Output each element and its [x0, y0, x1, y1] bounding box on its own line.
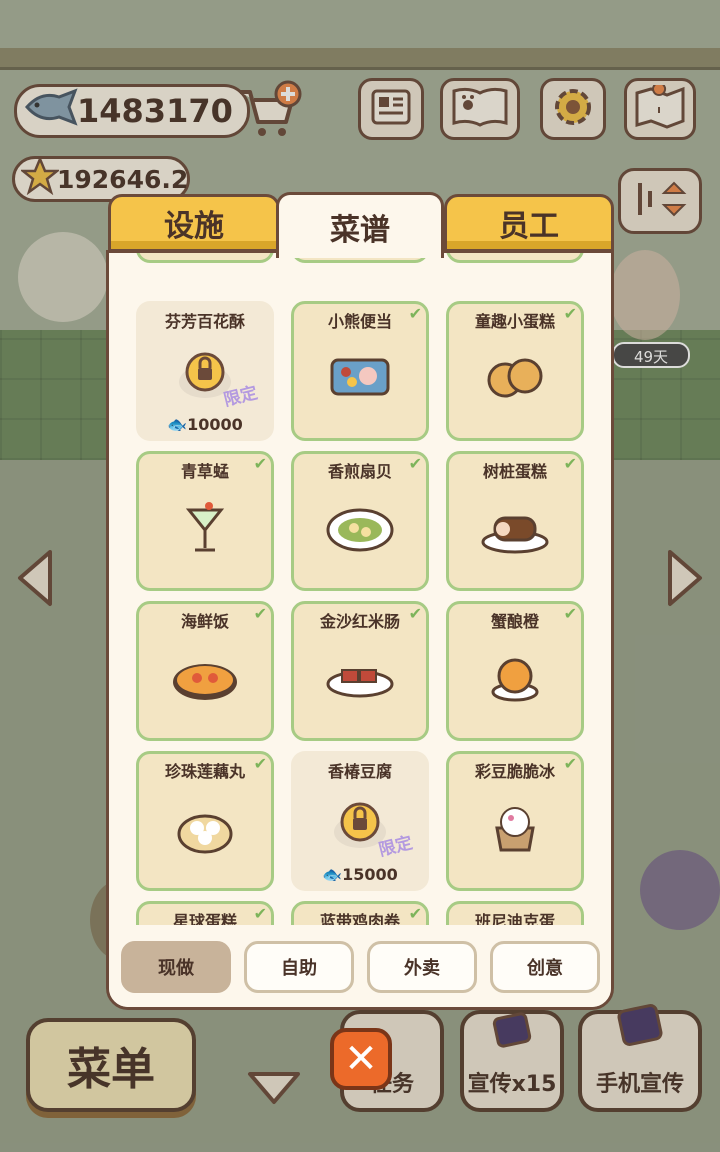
tab-facilities[interactable]: 设施 — [108, 194, 280, 252]
filter-buffet[interactable]: 自助 — [244, 941, 354, 993]
checkmark-icon: ✔ — [253, 754, 267, 773]
recipe-name: 金沙红米肠 — [319, 612, 400, 631]
sort-toggle-button[interactable] — [618, 168, 702, 234]
checkmark-icon: ✔ — [563, 304, 577, 323]
fish-icon: 🐟 — [322, 865, 343, 884]
star-icon — [19, 155, 61, 201]
fish-amount: 1483170 — [77, 92, 233, 130]
recipe-name: 香椿豆腐 — [327, 762, 392, 781]
lotus-ball-icon — [165, 798, 245, 858]
close-button[interactable]: ✕ — [330, 1028, 392, 1090]
filter-made-to-order[interactable]: 现做 — [121, 941, 231, 993]
recipe-card-partial[interactable] — [136, 253, 274, 263]
price-value: 15000 — [342, 865, 398, 884]
sort-arrows-icon — [630, 177, 690, 225]
filter-takeout[interactable]: 外卖 — [367, 941, 477, 993]
red-rice-roll-icon — [320, 648, 400, 708]
recipe-name: 海鲜饭 — [180, 612, 229, 631]
scroll-left-arrow[interactable] — [14, 548, 58, 608]
recipe-card[interactable]: 彩豆脆脆冰 ✔ — [446, 751, 584, 891]
tab-staff[interactable]: 员工 — [444, 194, 614, 252]
star-amount: 192646.2 — [57, 164, 189, 194]
recipe-card[interactable]: 青草蜢 ✔ — [136, 451, 274, 591]
scroll-right-arrow[interactable] — [662, 548, 706, 608]
recipe-card[interactable]: 蟹酿橙 ✔ — [446, 601, 584, 741]
promo-label: 宣传x15 — [467, 1072, 557, 1097]
fish-icon: 🐟 — [167, 415, 188, 434]
gear-icon — [550, 84, 596, 134]
newspaper-button[interactable] — [358, 78, 424, 140]
promote-button[interactable]: 宣传x15 — [460, 1010, 564, 1112]
checkmark-icon: ✔ — [563, 754, 577, 773]
kids-cake-icon — [475, 348, 555, 408]
recipe-panel-body: 芬芳百花酥 限定 🐟10000 小熊便当 ✔ 童趣小蛋糕 ✔ 青草蜢 ✔ 香煎扇… — [106, 250, 614, 1010]
recipe-name: 树桩蛋糕 — [482, 462, 547, 481]
recipe-card[interactable]: 芬芳百花酥 限定 🐟10000 — [136, 301, 274, 441]
recipe-name: 珍珠莲藕丸 — [164, 762, 245, 781]
recipe-name: 小熊便当 — [327, 312, 392, 331]
paw-book-icon — [450, 85, 510, 133]
checkmark-icon: ✔ — [253, 454, 267, 473]
seared-scallop-icon — [320, 498, 400, 558]
recipe-card-partial[interactable] — [446, 253, 584, 263]
filter-bar: 现做 自助 外卖 创意 — [109, 925, 611, 1007]
checkmark-icon: ✔ — [253, 904, 267, 923]
recipe-name: 蟹酿橙 — [490, 612, 539, 631]
paella-icon — [165, 648, 245, 708]
shop-cart-button[interactable] — [236, 80, 302, 142]
recipe-name: 彩豆脆脆冰 — [474, 762, 555, 781]
menu-button[interactable]: 菜单 — [26, 1018, 196, 1112]
phone-promote-button[interactable]: 手机宣传 — [578, 1004, 702, 1112]
recipe-panel: 设施 菜谱 员工 芬芳百花酥 限定 🐟10000 小熊便当 ✔ 童趣小蛋糕 ✔ … — [106, 192, 614, 1010]
recipe-card[interactable]: 香椿豆腐 限定 🐟15000 — [291, 751, 429, 891]
checkmark-icon: ✔ — [563, 454, 577, 473]
recipe-card[interactable]: 童趣小蛋糕 ✔ — [446, 301, 584, 441]
recipe-card[interactable]: 海鲜饭 ✔ — [136, 601, 274, 741]
recipe-card[interactable]: 小熊便当 ✔ — [291, 301, 429, 441]
bear-bento-icon — [320, 348, 400, 408]
checkmark-icon: ✔ — [563, 604, 577, 623]
checkmark-icon: ✔ — [253, 604, 267, 623]
fish-currency-bar: 1483170 — [14, 84, 250, 138]
recipe-grid[interactable]: 芬芳百花酥 限定 🐟10000 小熊便当 ✔ 童趣小蛋糕 ✔ 青草蜢 ✔ 香煎扇… — [109, 253, 611, 931]
fish-icon — [23, 87, 79, 135]
map-button[interactable] — [624, 78, 696, 140]
map-icon — [633, 82, 687, 133]
recipe-card[interactable]: 金沙红米肠 ✔ — [291, 601, 429, 741]
phone-label: 手机宣传 — [595, 1072, 684, 1097]
recipe-card[interactable]: 香煎扇贝 ✔ — [291, 451, 429, 591]
checkmark-icon: ✔ — [408, 904, 422, 923]
checkmark-icon: ✔ — [408, 454, 422, 473]
paw-book-button[interactable] — [440, 78, 520, 140]
crab-orange-icon — [475, 648, 555, 708]
collapse-down-arrow[interactable] — [246, 1068, 302, 1108]
newspaper-icon — [369, 87, 413, 131]
tab-recipes[interactable]: 菜谱 — [276, 192, 444, 258]
phone-icon — [613, 1004, 667, 1058]
recipe-card[interactable]: 树桩蛋糕 ✔ — [446, 451, 584, 591]
recipe-price: 🐟15000 — [294, 865, 426, 884]
recipe-name: 童趣小蛋糕 — [474, 312, 555, 331]
log-cake-icon — [475, 498, 555, 558]
recipe-name: 青草蜢 — [180, 462, 229, 481]
checkmark-icon: ✔ — [408, 604, 422, 623]
days-counter-badge: 49天 — [612, 342, 690, 368]
bean-ice-icon — [475, 798, 555, 858]
grasshopper-cocktail-icon — [165, 498, 245, 558]
recipe-name: 芬芳百花酥 — [164, 312, 245, 331]
recipe-name: 香煎扇贝 — [327, 462, 392, 481]
recipe-card[interactable]: 珍珠莲藕丸 ✔ — [136, 751, 274, 891]
settings-button[interactable] — [540, 78, 606, 140]
promo-phone-icon — [490, 1012, 534, 1058]
filter-creative[interactable]: 创意 — [490, 941, 600, 993]
price-value: 10000 — [187, 415, 243, 434]
checkmark-icon: ✔ — [408, 304, 422, 323]
recipe-price: 🐟10000 — [139, 415, 271, 434]
